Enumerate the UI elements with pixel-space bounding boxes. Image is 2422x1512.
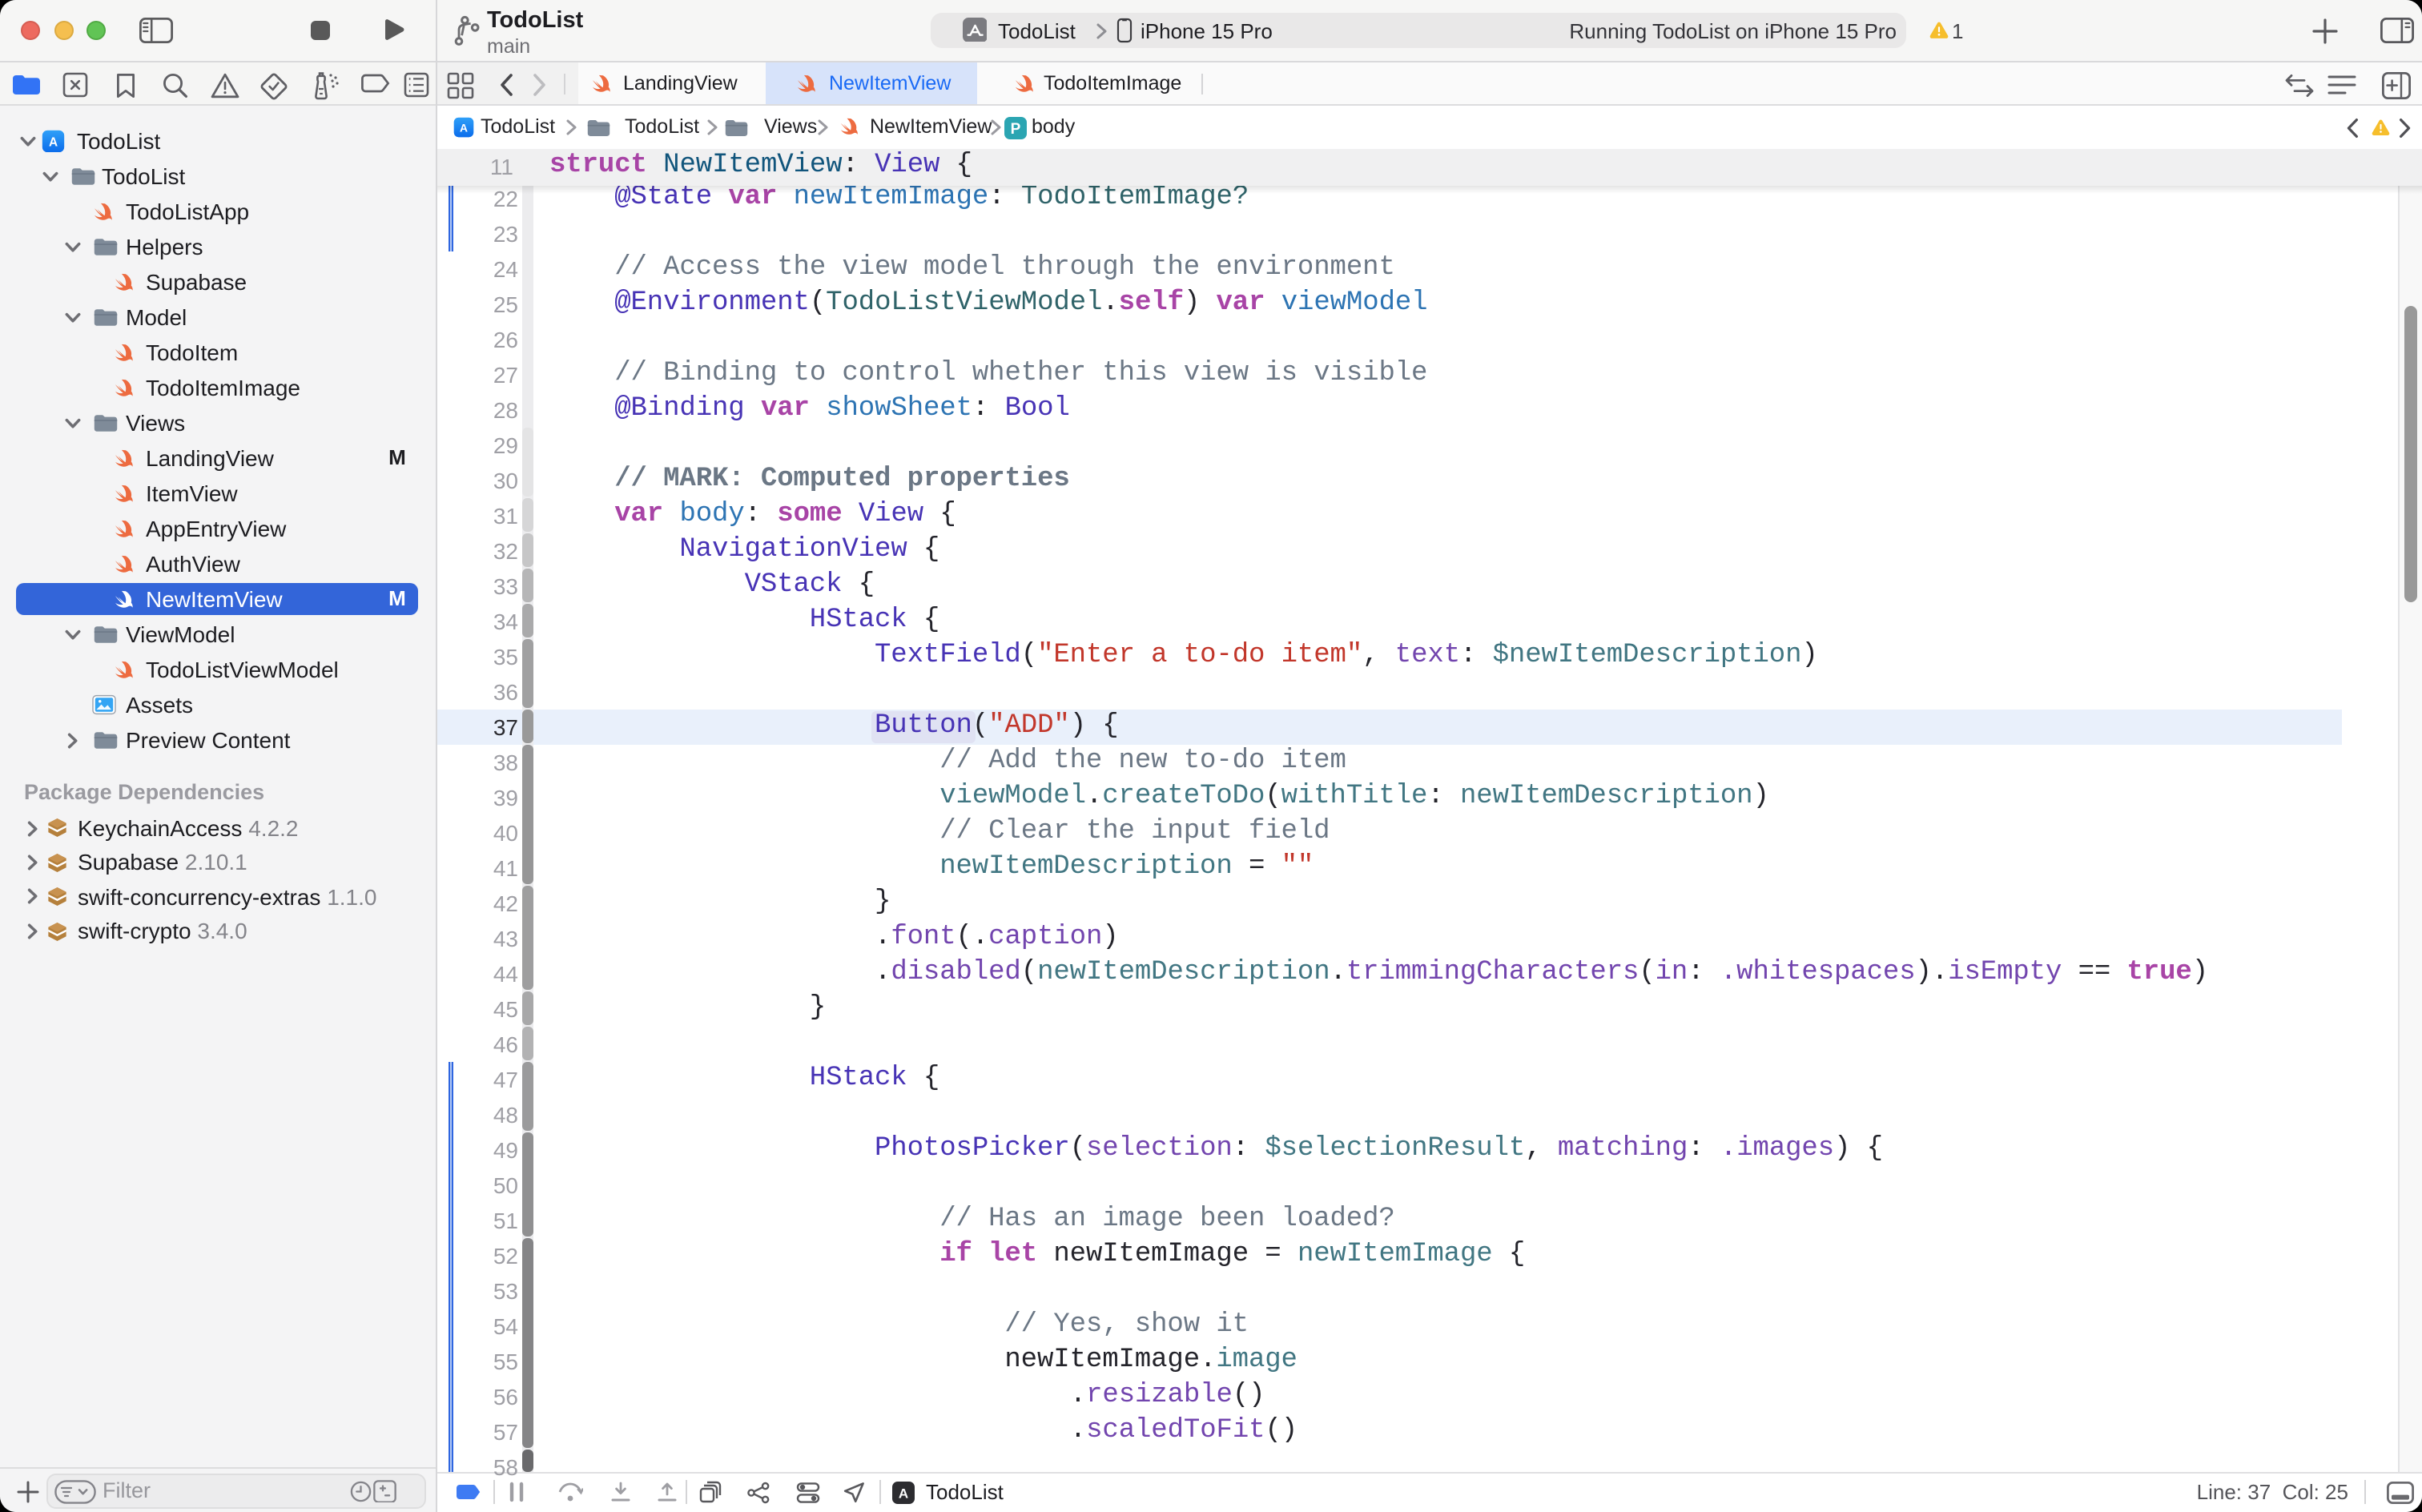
svg-text:P: P — [1010, 120, 1020, 137]
svg-text:A: A — [899, 1486, 908, 1501]
